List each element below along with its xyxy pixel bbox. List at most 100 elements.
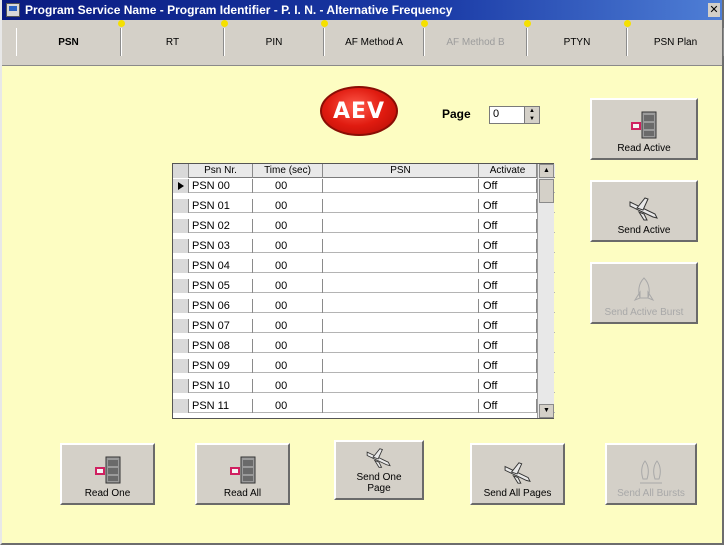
send-one-page-button[interactable]: Send One Page bbox=[334, 440, 424, 500]
send-active-button[interactable]: Send Active bbox=[590, 180, 698, 242]
send-all-bursts-button[interactable]: Send All Bursts bbox=[605, 443, 697, 505]
spin-down-icon[interactable]: ▼ bbox=[525, 115, 539, 123]
close-icon[interactable]: ✕ bbox=[708, 3, 720, 17]
table-row[interactable]: PSN 02 00 Off bbox=[173, 219, 555, 233]
table-row[interactable]: PSN 03 00 Off bbox=[173, 239, 555, 253]
grid-scrollbar[interactable]: ▲ ▼ bbox=[537, 164, 554, 418]
row-selector[interactable] bbox=[173, 299, 189, 313]
cell-activate[interactable]: Off bbox=[479, 359, 537, 373]
row-selector[interactable] bbox=[173, 199, 189, 213]
cell-psn-nr[interactable]: PSN 02 bbox=[189, 219, 253, 233]
col-header-psn[interactable]: PSN bbox=[323, 164, 479, 178]
cell-psn-nr[interactable]: PSN 05 bbox=[189, 279, 253, 293]
tab-psn-plan[interactable]: PSN Plan bbox=[624, 20, 724, 56]
cell-time[interactable]: 00 bbox=[253, 339, 323, 353]
table-row[interactable]: PSN 04 00 Off bbox=[173, 259, 555, 273]
table-row[interactable]: PSN 06 00 Off bbox=[173, 299, 555, 313]
cell-activate[interactable]: Off bbox=[479, 399, 537, 413]
cell-activate[interactable]: Off bbox=[479, 339, 537, 353]
row-selector[interactable] bbox=[173, 179, 189, 193]
cell-time[interactable]: 00 bbox=[253, 359, 323, 373]
cell-psn[interactable] bbox=[323, 339, 479, 353]
read-all-button[interactable]: Read All bbox=[195, 443, 290, 505]
row-selector[interactable] bbox=[173, 359, 189, 373]
read-active-button[interactable]: Read Active bbox=[590, 98, 698, 160]
cell-psn-nr[interactable]: PSN 09 bbox=[189, 359, 253, 373]
row-selector[interactable] bbox=[173, 259, 189, 273]
cell-activate[interactable]: Off bbox=[479, 199, 537, 213]
cell-activate[interactable]: Off bbox=[479, 219, 537, 233]
cell-psn[interactable] bbox=[323, 379, 479, 393]
table-row[interactable]: PSN 00 00 Off bbox=[173, 179, 555, 193]
page-spinner[interactable]: ▲ ▼ bbox=[524, 106, 540, 124]
row-selector[interactable] bbox=[173, 279, 189, 293]
cell-time[interactable]: 00 bbox=[253, 179, 323, 193]
table-row[interactable]: PSN 08 00 Off bbox=[173, 339, 555, 353]
cell-psn[interactable] bbox=[323, 179, 479, 193]
table-row[interactable]: PSN 09 00 Off bbox=[173, 359, 555, 373]
table-row[interactable]: PSN 05 00 Off bbox=[173, 279, 555, 293]
cell-time[interactable]: 00 bbox=[253, 239, 323, 253]
row-selector[interactable] bbox=[173, 339, 189, 353]
cell-time[interactable]: 00 bbox=[253, 279, 323, 293]
scroll-thumb[interactable] bbox=[539, 179, 554, 203]
cell-psn[interactable] bbox=[323, 279, 479, 293]
cell-psn-nr[interactable]: PSN 04 bbox=[189, 259, 253, 273]
spin-up-icon[interactable]: ▲ bbox=[525, 107, 539, 115]
cell-psn-nr[interactable]: PSN 01 bbox=[189, 199, 253, 213]
tab-af-method-b[interactable]: AF Method B bbox=[421, 20, 527, 56]
send-active-burst-button[interactable]: Send Active Burst bbox=[590, 262, 698, 324]
tab-af-method-a[interactable]: AF Method A bbox=[321, 20, 424, 56]
tab-psn[interactable]: PSN bbox=[16, 28, 121, 56]
cell-activate[interactable]: Off bbox=[479, 299, 537, 313]
cell-activate[interactable]: Off bbox=[479, 179, 537, 193]
table-row[interactable]: PSN 01 00 Off bbox=[173, 199, 555, 213]
cell-psn[interactable] bbox=[323, 259, 479, 273]
row-selector[interactable] bbox=[173, 399, 189, 413]
row-selector[interactable] bbox=[173, 219, 189, 233]
cell-activate[interactable]: Off bbox=[479, 379, 537, 393]
cell-psn[interactable] bbox=[323, 199, 479, 213]
cell-psn[interactable] bbox=[323, 399, 479, 413]
cell-activate[interactable]: Off bbox=[479, 319, 537, 333]
cell-time[interactable]: 00 bbox=[253, 259, 323, 273]
cell-psn[interactable] bbox=[323, 359, 479, 373]
row-selector[interactable] bbox=[173, 379, 189, 393]
table-row[interactable]: PSN 07 00 Off bbox=[173, 319, 555, 333]
cell-psn[interactable] bbox=[323, 319, 479, 333]
cell-psn-nr[interactable]: PSN 00 bbox=[189, 179, 253, 193]
col-header-psn-nr[interactable]: Psn Nr. bbox=[189, 164, 253, 178]
cell-time[interactable]: 00 bbox=[253, 399, 323, 413]
cell-activate[interactable]: Off bbox=[479, 279, 537, 293]
cell-time[interactable]: 00 bbox=[253, 319, 323, 333]
send-all-pages-button[interactable]: Send All Pages bbox=[470, 443, 565, 505]
cell-activate[interactable]: Off bbox=[479, 259, 537, 273]
tab-pin[interactable]: PIN bbox=[221, 20, 324, 56]
cell-activate[interactable]: Off bbox=[479, 239, 537, 253]
row-selector[interactable] bbox=[173, 239, 189, 253]
tab-rt[interactable]: RT bbox=[118, 20, 224, 56]
cell-psn[interactable] bbox=[323, 239, 479, 253]
cell-psn-nr[interactable]: PSN 03 bbox=[189, 239, 253, 253]
cell-psn[interactable] bbox=[323, 219, 479, 233]
read-one-button[interactable]: Read One bbox=[60, 443, 155, 505]
title-bar[interactable]: Program Service Name - Program Identifie… bbox=[2, 0, 722, 20]
cell-psn-nr[interactable]: PSN 07 bbox=[189, 319, 253, 333]
cell-time[interactable]: 00 bbox=[253, 219, 323, 233]
scroll-down-icon[interactable]: ▼ bbox=[539, 404, 554, 418]
cell-psn-nr[interactable]: PSN 10 bbox=[189, 379, 253, 393]
cell-time[interactable]: 00 bbox=[253, 379, 323, 393]
page-input[interactable]: 0 bbox=[489, 106, 525, 124]
col-header-time[interactable]: Time (sec) bbox=[253, 164, 323, 178]
table-row[interactable]: PSN 10 00 Off bbox=[173, 379, 555, 393]
tab-ptyn[interactable]: PTYN bbox=[524, 20, 627, 56]
table-row[interactable]: PSN 11 00 Off bbox=[173, 399, 555, 413]
cell-time[interactable]: 00 bbox=[253, 299, 323, 313]
psn-grid[interactable]: Psn Nr. Time (sec) PSN Activate PSN 00 0… bbox=[172, 163, 555, 419]
cell-psn-nr[interactable]: PSN 06 bbox=[189, 299, 253, 313]
cell-psn-nr[interactable]: PSN 11 bbox=[189, 399, 253, 413]
cell-psn[interactable] bbox=[323, 299, 479, 313]
cell-psn-nr[interactable]: PSN 08 bbox=[189, 339, 253, 353]
col-header-activate[interactable]: Activate bbox=[479, 164, 537, 178]
cell-time[interactable]: 00 bbox=[253, 199, 323, 213]
